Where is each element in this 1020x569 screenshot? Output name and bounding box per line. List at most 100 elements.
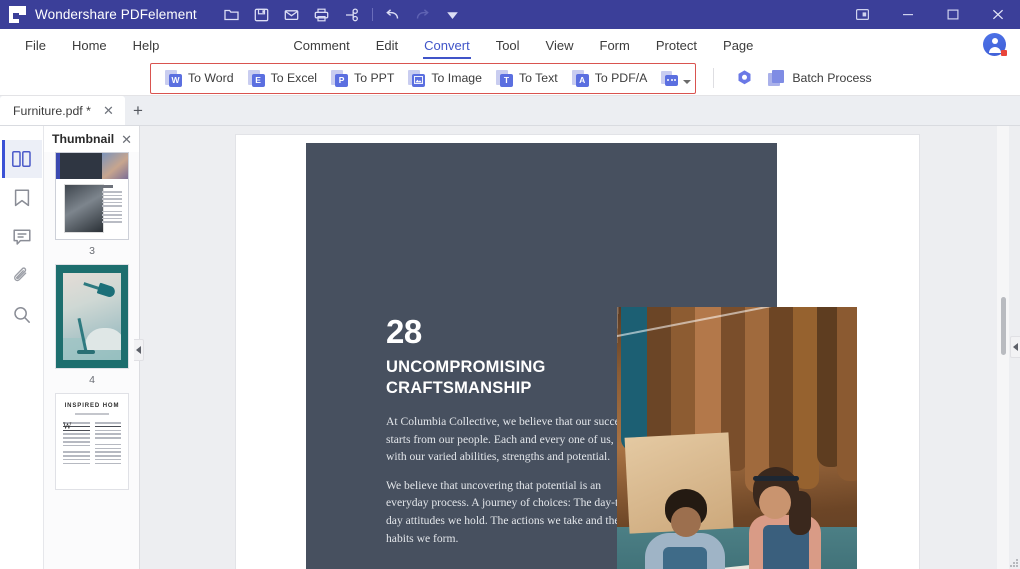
thumbnail-panel-title: Thumbnail — [52, 132, 115, 146]
to-text-button[interactable]: T To Text — [489, 63, 565, 93]
quick-access-toolbar — [217, 1, 468, 29]
undo-arrow-icon[interactable] — [378, 1, 408, 29]
window-resize-grip[interactable] — [1009, 558, 1018, 567]
to-excel-button[interactable]: E To Excel — [241, 63, 324, 93]
tab-protect[interactable]: Protect — [643, 29, 710, 61]
scrollbar-thumb[interactable] — [1000, 297, 1006, 355]
chevron-left-icon — [136, 346, 141, 354]
page-chapter-number: 28 — [386, 313, 422, 350]
chevron-left-icon — [1013, 343, 1018, 351]
thumbnail-page-number: 4 — [89, 374, 95, 386]
menu-item-help[interactable]: Help — [120, 29, 173, 61]
printer-icon[interactable] — [307, 1, 337, 29]
toolbar-divider — [371, 8, 373, 21]
paperclip-icon — [14, 267, 27, 282]
title-bar: Wondershare PDFelement — [0, 0, 1020, 29]
thumbnail-page-3[interactable]: 3 — [44, 152, 139, 264]
document-tab-bar: Furniture.pdf * ✕ + — [0, 96, 1020, 126]
menu-main-group: Comment Edit Convert Tool View Form Prot… — [280, 29, 766, 61]
pdfelement-logo-icon — [9, 6, 26, 23]
convert-button-group: W To Word E To Excel P To PPT To Image T… — [0, 63, 879, 93]
thumbnail-panels-icon — [12, 151, 31, 167]
thumbnail-collapse-button[interactable] — [134, 339, 144, 361]
to-text-label: To Text — [518, 71, 558, 85]
more-dots-icon — [661, 70, 679, 86]
to-word-label: To Word — [188, 71, 234, 85]
right-panel-collapse-button[interactable] — [1010, 336, 1020, 358]
document-viewer[interactable]: 28 UNCOMPROMISING CRAFTSMANSHIP At Colum… — [140, 126, 1020, 569]
thumbnail-list: 3 4 INSPIRED HOM W — [44, 152, 139, 502]
to-text-icon: T — [495, 69, 513, 87]
to-image-icon — [408, 69, 426, 87]
sidebar-item-thumbnail[interactable] — [1, 140, 42, 178]
to-excel-label: To Excel — [270, 71, 318, 85]
tab-form[interactable]: Form — [587, 29, 643, 61]
thumbnail-panel: Thumbnail ✕ 3 4 INSPIRED HOM W — [44, 126, 140, 569]
app-title: Wondershare PDFelement — [35, 7, 197, 22]
panel-icon[interactable] — [840, 0, 885, 29]
chevron-down-filled-icon[interactable] — [438, 1, 468, 29]
search-icon — [13, 307, 30, 323]
window-controls — [840, 0, 1020, 29]
to-word-button[interactable]: W To Word — [158, 63, 241, 93]
envelope-icon[interactable] — [277, 1, 307, 29]
chevron-down-icon[interactable] — [683, 79, 692, 84]
menu-left-group: File Home Help — [0, 29, 172, 61]
to-pdfa-label: To PDF/A — [594, 71, 648, 85]
folder-open-icon[interactable] — [217, 1, 247, 29]
tab-page[interactable]: Page — [710, 29, 766, 61]
ocr-button[interactable] — [728, 63, 761, 93]
menu-bar: File Home Help Comment Edit Convert Tool… — [0, 29, 1020, 61]
redo-arrow-icon[interactable] — [408, 1, 438, 29]
left-icon-rail — [0, 126, 44, 569]
batch-process-label: Batch Process — [792, 71, 872, 85]
tab-tool[interactable]: Tool — [483, 29, 533, 61]
thumbnail-page5-title: INSPIRED HOM — [64, 403, 120, 409]
to-pdfa-button[interactable]: A To PDF/A — [565, 63, 655, 93]
ribbon-divider — [713, 68, 715, 88]
document-tab-label: Furniture.pdf * — [13, 103, 91, 118]
notification-dot — [1001, 50, 1007, 56]
thumbnail-image — [55, 264, 129, 369]
sidebar-item-search[interactable] — [2, 296, 42, 334]
page-body-text: At Columbia Collective, we believe that … — [386, 413, 636, 558]
sidebar-item-attachment[interactable] — [2, 257, 42, 295]
tab-edit[interactable]: Edit — [363, 29, 411, 61]
plus-icon[interactable]: + — [125, 96, 151, 125]
bookmark-icon — [14, 189, 29, 207]
maximize-icon[interactable] — [930, 0, 975, 29]
save-disk-icon[interactable] — [247, 1, 277, 29]
document-tab-furniture[interactable]: Furniture.pdf * ✕ — [0, 96, 125, 125]
pdf-page: 28 UNCOMPROMISING CRAFTSMANSHIP At Colum… — [236, 135, 919, 569]
sidebar-item-comment[interactable] — [2, 218, 42, 256]
menu-item-file[interactable]: File — [12, 29, 59, 61]
close-icon[interactable]: ✕ — [121, 133, 132, 146]
pdfelement-window: Wondershare PDFelement File Home Help Co… — [0, 0, 1020, 569]
menu-item-home[interactable]: Home — [59, 29, 120, 61]
share-icon[interactable] — [337, 1, 367, 29]
page-paragraph-1: At Columbia Collective, we believe that … — [386, 415, 629, 464]
craftspeople-workshop-photo — [617, 307, 857, 569]
to-ppt-button[interactable]: P To PPT — [324, 63, 401, 93]
tab-comment[interactable]: Comment — [280, 29, 362, 61]
close-icon[interactable]: ✕ — [101, 103, 116, 118]
to-word-icon: W — [165, 69, 182, 87]
to-excel-icon: E — [247, 69, 265, 87]
minimize-icon[interactable] — [885, 0, 930, 29]
user-avatar-icon[interactable] — [983, 33, 1007, 56]
batch-process-icon — [768, 69, 786, 87]
vertical-scrollbar[interactable] — [997, 126, 1009, 569]
more-convert-formats-button[interactable] — [654, 63, 695, 93]
thumbnail-page-4[interactable]: 4 — [44, 264, 139, 393]
to-ppt-icon: P — [331, 69, 349, 87]
to-image-button[interactable]: To Image — [401, 63, 489, 93]
close-icon[interactable] — [975, 0, 1020, 29]
batch-process-button[interactable]: Batch Process — [761, 63, 878, 93]
page-heading: UNCOMPROMISING CRAFTSMANSHIP — [386, 358, 546, 398]
tab-convert[interactable]: Convert — [411, 29, 483, 61]
tab-view[interactable]: View — [533, 29, 587, 61]
thumbnail-page-number: 3 — [89, 245, 95, 257]
thumbnail-page-5[interactable]: INSPIRED HOM W — [44, 393, 139, 502]
sidebar-item-bookmark[interactable] — [2, 179, 42, 217]
thumbnail-image: INSPIRED HOM W — [55, 393, 129, 490]
